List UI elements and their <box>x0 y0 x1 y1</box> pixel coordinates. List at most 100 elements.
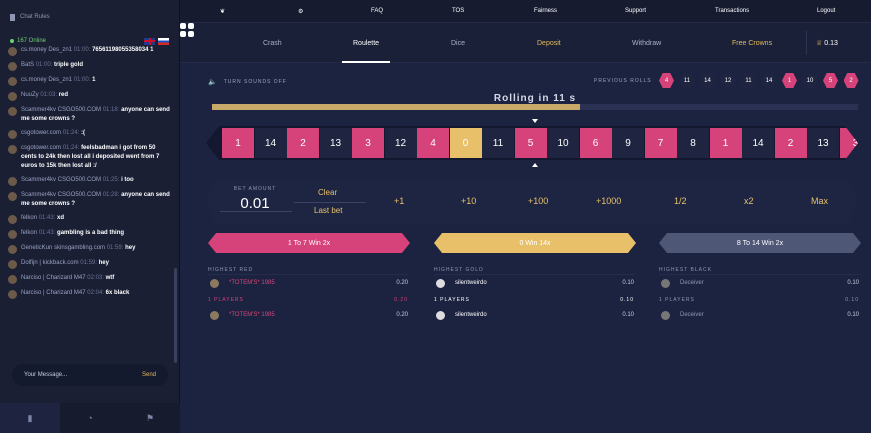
previous-roll: 2 <box>843 73 859 88</box>
black-player-entry: Deceiver 0.10 <box>661 307 859 323</box>
double-button[interactable]: x2 <box>744 196 754 206</box>
user-avatar[interactable] <box>8 192 17 201</box>
user-avatar <box>210 310 219 320</box>
chat-scrollbar[interactable] <box>174 268 177 363</box>
chat-rules-link[interactable]: Chat Rules <box>0 0 179 34</box>
user-avatar[interactable] <box>8 215 17 224</box>
chat-text: :( <box>81 130 86 136</box>
nav-transactions[interactable]: Transactions <box>715 8 749 14</box>
previous-roll: 10 <box>802 73 818 88</box>
plus-1-button[interactable]: +1 <box>394 196 404 206</box>
chat-username[interactable]: GeneticKun skinsgambling.com <box>21 245 105 251</box>
chat-username[interactable]: Dolfijn | kickback.com <box>21 260 79 266</box>
twitter-icon[interactable]: ❦ <box>220 8 225 15</box>
tab-deposit[interactable]: Deposit <box>537 23 561 63</box>
bet-red-button[interactable]: 1 To 7 Win 2x <box>208 233 410 253</box>
flag-tab[interactable]: ⚑ <box>120 403 180 433</box>
chat-text: i too <box>121 177 134 183</box>
roll-progress-fill <box>212 104 581 110</box>
chat-time: 01:24: <box>62 145 80 151</box>
highest-red-entry: *TOTEM'S* 1985 0.20 <box>210 275 408 291</box>
roulette-tile: 10 <box>547 128 579 158</box>
tab-dice[interactable]: Dice <box>451 23 465 63</box>
tab-roulette[interactable]: Roulette <box>353 23 379 63</box>
user-avatar[interactable] <box>8 130 17 139</box>
user-avatar[interactable] <box>8 107 17 116</box>
nav-support[interactable]: Support <box>625 8 646 14</box>
chat-username[interactable]: NuuZy <box>21 92 39 98</box>
stats-tab[interactable]: ◔ <box>60 403 120 433</box>
plus-100-button[interactable]: +100 <box>528 196 548 206</box>
sound-toggle[interactable]: 🔈 TURN SOUNDS OFF <box>208 78 287 86</box>
user-avatar[interactable] <box>8 77 17 86</box>
clear-button[interactable]: Clear <box>318 188 337 197</box>
user-avatar[interactable] <box>8 290 17 299</box>
chat-message: Scammer4kv CSGO500.COM 01:18: anyone can… <box>8 106 172 124</box>
pointer-bottom-icon <box>532 163 538 167</box>
user-avatar[interactable] <box>8 245 17 254</box>
bet-amount[interactable]: BET AMOUNT 0.01 <box>230 186 280 212</box>
site-logo[interactable] <box>180 23 194 37</box>
bet-amount-value[interactable]: 0.01 <box>230 195 280 212</box>
bet-gold-button[interactable]: 0 Win 14x <box>434 233 636 253</box>
roulette-tile: 0 <box>449 128 482 158</box>
chat-message: csgotower.com 01:24: feelsbadman i got f… <box>8 144 172 171</box>
tab-free-crowns[interactable]: Free Crowns <box>732 23 772 63</box>
nav-faq[interactable]: FAQ <box>371 8 383 14</box>
user-avatar[interactable] <box>8 230 17 239</box>
player-name: *TOTEM'S* 1985 <box>229 280 275 286</box>
chat-username[interactable]: csgotower.com <box>21 130 61 136</box>
user-avatar[interactable] <box>8 47 17 56</box>
chat-username[interactable]: Scammer4kv CSGO500.COM <box>21 192 101 198</box>
chat-username[interactable]: Scammer4kv CSGO500.COM <box>21 107 101 113</box>
nav-tos[interactable]: TOS <box>452 8 464 14</box>
chat-tab[interactable]: ▮ <box>0 403 60 433</box>
nav-fairness[interactable]: Fairness <box>534 8 557 14</box>
user-avatar[interactable] <box>8 92 17 101</box>
last-bet-button[interactable]: Last bet <box>314 206 342 215</box>
roulette-tile: 13 <box>319 128 352 158</box>
chat-time: 01:18: <box>102 107 120 113</box>
max-button[interactable]: Max <box>811 196 828 206</box>
online-count: 167 Online <box>10 38 46 44</box>
highest-gold-label: HIGHEST GOLD <box>434 267 484 273</box>
chat-username[interactable]: Scammer4kv CSGO500.COM <box>21 177 101 183</box>
plus-10-button[interactable]: +10 <box>461 196 476 206</box>
chat-text: triple gold <box>54 62 84 68</box>
chat-rules-label: Chat Rules <box>20 14 50 20</box>
plus-1000-button[interactable]: +1000 <box>596 196 621 206</box>
user-avatar[interactable] <box>8 62 17 71</box>
chat-message: BatS 01:00: triple gold <box>8 61 172 71</box>
user-avatar[interactable] <box>8 275 17 284</box>
nav-logout[interactable]: Logout <box>817 8 835 14</box>
chat-username[interactable]: cs.money Des_zn1 <box>21 47 72 53</box>
user-avatar[interactable] <box>8 145 17 154</box>
half-button[interactable]: 1/2 <box>674 196 687 206</box>
highest-black-label: HIGHEST BLACK <box>659 267 712 273</box>
chat-username[interactable]: felkon <box>21 215 37 221</box>
chat-username[interactable]: csgotower.com <box>21 145 61 151</box>
chat-username[interactable]: cs.money Des_zn1 <box>21 77 72 83</box>
tab-withdraw[interactable]: Withdraw <box>632 23 661 63</box>
english-flag-icon[interactable] <box>144 37 155 45</box>
chat-input-placeholder: Your Message... <box>24 372 68 378</box>
chat-text: 76561198055358034 1 <box>92 47 154 53</box>
crown-icon: ♕ <box>816 40 823 47</box>
chat-username[interactable]: Narciso | Charizard M47 <box>21 290 86 296</box>
chat-username[interactable]: Narciso | Charizard M47 <box>21 275 86 281</box>
user-avatar[interactable] <box>8 260 17 269</box>
chat-username[interactable]: BatS <box>21 62 34 68</box>
red-player-entry: *TOTEM'S* 1985 0.20 <box>210 307 408 323</box>
send-button[interactable]: Send <box>142 372 156 378</box>
russian-flag-icon[interactable] <box>158 37 169 45</box>
bet-black-button[interactable]: 8 To 14 Win 2x <box>659 233 861 253</box>
chat-input[interactable]: Your Message... Send <box>12 364 168 386</box>
chat-username[interactable]: felkon <box>21 230 37 236</box>
steam-icon[interactable]: ⚙ <box>298 8 303 15</box>
chat-message: Narciso | Charizard M47 02:04: 6x black <box>8 289 172 299</box>
balance[interactable]: ♕ 0.13 <box>816 23 838 63</box>
user-avatar <box>661 278 670 288</box>
user-avatar[interactable] <box>8 177 17 186</box>
chat-text: red <box>58 92 69 98</box>
tab-crash[interactable]: Crash <box>263 23 282 63</box>
